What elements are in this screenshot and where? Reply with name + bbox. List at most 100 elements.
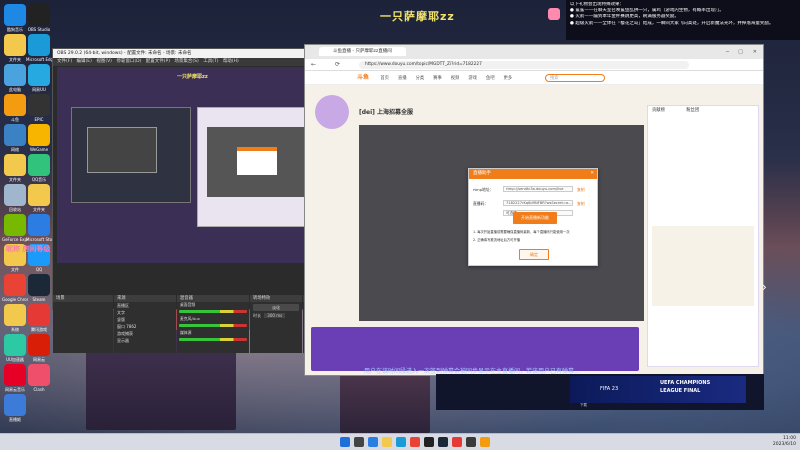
desktop-icon[interactable] xyxy=(28,154,50,176)
desktop-icon[interactable] xyxy=(28,94,50,116)
desktop-icon-label: Microsoft Store xyxy=(26,237,52,242)
heart-icon xyxy=(548,8,560,20)
start-feature-button[interactable]: 开始直播新功能 xyxy=(513,212,557,224)
nav-item[interactable]: 分类 xyxy=(416,76,425,81)
gift-bar[interactable] xyxy=(311,327,639,371)
volume-meter[interactable] xyxy=(179,310,247,313)
dialog-title-text: 直播助手 xyxy=(473,171,491,176)
desktop-icon[interactable] xyxy=(4,34,26,56)
tab-contribution[interactable]: 贡献榜 xyxy=(652,108,665,113)
taskbar-app-icon[interactable] xyxy=(368,437,378,447)
rtmp-field[interactable]: rtmp://sendtc3a.douyu.com/live xyxy=(503,186,573,192)
taskbar-app-icon[interactable] xyxy=(424,437,434,447)
source-item[interactable]: 窗口 7862 xyxy=(114,323,176,330)
site-logo[interactable]: 斗鱼 xyxy=(357,74,369,81)
chevron-right-icon[interactable]: › xyxy=(762,280,767,294)
search-input[interactable]: 搜索 xyxy=(545,74,605,82)
desktop-icon-label: 直播姬 xyxy=(9,417,21,422)
taskbar-app-icon[interactable] xyxy=(340,437,350,447)
transition-select[interactable]: 淡化 xyxy=(253,304,299,311)
tab-fans[interactable]: 粉丝团 xyxy=(686,108,699,113)
desktop-icon[interactable] xyxy=(4,154,26,176)
transitions-dock: 转场特效 淡化 时长 300 ms xyxy=(250,295,302,353)
desktop-icon[interactable] xyxy=(4,364,26,386)
volume-meter[interactable] xyxy=(179,338,247,341)
nav-item[interactable]: 赛事 xyxy=(433,76,442,81)
taskbar-app-icon[interactable] xyxy=(410,437,420,447)
source-item[interactable]: 文字 xyxy=(114,309,176,316)
desktop-icon[interactable] xyxy=(4,334,26,356)
taskbar-app-icon[interactable] xyxy=(438,437,448,447)
desktop-icon[interactable] xyxy=(28,184,50,206)
game-window[interactable]: UEFA CHAMPIONS LEAGUE FINAL FIFA 23 下载 xyxy=(436,374,764,410)
desktop-icon[interactable] xyxy=(4,184,26,206)
preview-name: 一只萨摩耶zz xyxy=(177,74,208,80)
streamer-name: 一只萨摩耶zz xyxy=(380,10,455,23)
stream-key-dialog[interactable]: 直播助手 ✕ rtmp地址： rtmp://sendtc3a.douyu.com… xyxy=(468,168,598,266)
nav-item[interactable]: 直播 xyxy=(398,76,407,81)
desktop-icon-label: 此电脑 xyxy=(9,87,21,92)
desktop-icon[interactable] xyxy=(28,64,50,86)
address-bar[interactable]: https://www.douyu.com/topic/MGDTT_Zi?rid… xyxy=(359,61,689,69)
desktop-icon[interactable] xyxy=(4,304,26,326)
desktop-icon-label: 文件夹 xyxy=(9,57,21,62)
key-field[interactable]: 7182227rKq8d9NFBR?wsSecret=a... xyxy=(503,200,573,206)
browser-tab[interactable]: 斗鱼直播 - 只萨摩耶zz直播间 xyxy=(319,47,406,56)
desktop-icon[interactable] xyxy=(28,334,50,356)
room-title: [dei] 上海招募全服 xyxy=(359,109,413,116)
desktop-icon[interactable] xyxy=(4,274,26,296)
taskbar-app-icon[interactable] xyxy=(396,437,406,447)
source-item[interactable]: 竖版 xyxy=(114,316,176,323)
back-icon[interactable]: ← xyxy=(311,61,316,68)
source-item[interactable]: 游戏捕获 xyxy=(114,330,176,337)
banner-sub: LEAGUE FINAL xyxy=(660,388,701,394)
mixer-track: 桌面音频 xyxy=(180,302,196,307)
source-item[interactable]: 显示器 xyxy=(114,337,176,344)
desktop-icon-label: 文件 xyxy=(11,267,19,272)
taskbar-app-icon[interactable] xyxy=(466,437,476,447)
desktop-icon[interactable] xyxy=(28,34,50,56)
taskbar-app-icon[interactable] xyxy=(452,437,462,447)
rtmp-copy-button[interactable]: 复制 xyxy=(577,187,585,193)
desktop-icon[interactable] xyxy=(4,124,26,146)
browser-toolbar: ← ⟳ https://www.douyu.com/topic/MGDTT_Zi… xyxy=(305,59,763,71)
desktop-icon-label: 文件夹 xyxy=(33,207,45,212)
close-icon[interactable]: ✕ xyxy=(753,45,757,59)
nav-item[interactable]: 视频 xyxy=(451,76,460,81)
taskbar-app-icon[interactable] xyxy=(382,437,392,447)
desktop-icon[interactable] xyxy=(28,364,50,386)
key-copy-button[interactable]: 复制 xyxy=(577,201,585,207)
desktop-icon[interactable] xyxy=(28,214,50,236)
desktop-icon-label: 系统 xyxy=(11,327,19,332)
nav-item[interactable]: 鱼吧 xyxy=(486,76,495,81)
taskbar-app-icon[interactable] xyxy=(354,437,364,447)
desktop-icon[interactable] xyxy=(28,4,50,26)
taskbar-app-icon[interactable] xyxy=(480,437,490,447)
duration-input[interactable]: 300 ms xyxy=(264,313,286,318)
clock[interactable]: 11:00 2023/6/10 xyxy=(773,436,796,448)
desktop-icon[interactable] xyxy=(28,124,50,146)
desktop-icon[interactable] xyxy=(28,304,50,326)
nav-item[interactable]: 首页 xyxy=(380,76,389,81)
nav-item[interactable]: 游戏 xyxy=(468,76,477,81)
desktop-icon-label: 斗鱼 xyxy=(11,117,19,122)
maximize-icon[interactable]: □ xyxy=(738,45,743,59)
desktop-icon[interactable] xyxy=(28,274,50,296)
streamer-avatar[interactable] xyxy=(315,95,349,129)
download-status: 下载 xyxy=(580,403,587,407)
mixer-header: 混音器 xyxy=(177,295,249,302)
nav-item[interactable]: 更多 xyxy=(504,76,513,81)
desktop-icon[interactable] xyxy=(4,64,26,86)
volume-meter[interactable] xyxy=(179,324,247,327)
desktop-icon[interactable] xyxy=(4,4,26,26)
refresh-icon[interactable]: ⟳ xyxy=(335,61,340,68)
uefa-banner[interactable]: UEFA CHAMPIONS LEAGUE FINAL FIFA 23 xyxy=(570,376,746,403)
desktop-icon[interactable] xyxy=(4,94,26,116)
desktop-icon[interactable] xyxy=(4,394,26,416)
side-tabs: 贡献榜 粉丝团 xyxy=(648,106,758,116)
confirm-button[interactable]: 确定 xyxy=(519,249,549,260)
dialog-close-icon[interactable]: ✕ xyxy=(590,169,594,179)
desktop-icon[interactable] xyxy=(4,214,26,236)
source-item[interactable]: 直播区 xyxy=(114,302,176,309)
minimize-icon[interactable]: ─ xyxy=(726,45,729,59)
